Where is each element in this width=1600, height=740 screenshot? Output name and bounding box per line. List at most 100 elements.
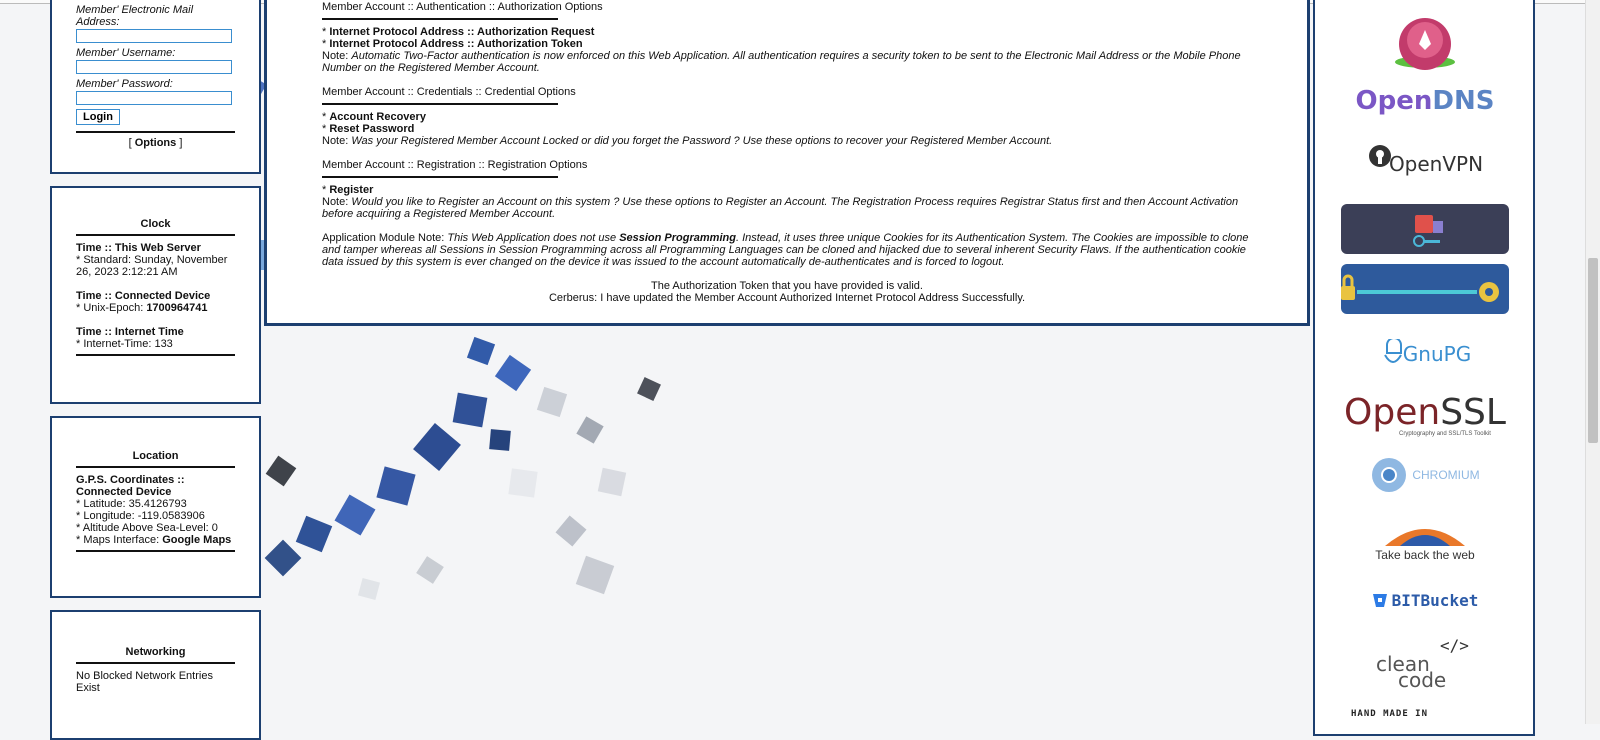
module-note-a: This Web Application does not use: [447, 232, 620, 244]
clock-panel: Clock Time :: This Web Server * Standard…: [50, 186, 261, 404]
reg-underline: [322, 176, 558, 178]
login-button[interactable]: Login: [76, 109, 120, 125]
auth-note-text: Automatic Two-Factor authentication is n…: [322, 50, 1241, 74]
longitude-value: * Longitude: -119.0583906: [76, 510, 205, 522]
module-note: Application Module Note: This Web Applic…: [322, 232, 1252, 268]
cred-item-recovery: * Account Recovery: [322, 111, 426, 123]
latitude-value: * Latitude: 35.4126793: [76, 498, 187, 510]
security-illustration-tile[interactable]: [1341, 204, 1509, 254]
security-keys-icon: [1413, 215, 1443, 247]
location-divider-bottom: [76, 550, 235, 552]
handmade-logo[interactable]: HAND MADE IN: [1341, 704, 1519, 724]
device-time-prefix: * Unix-Epoch:: [76, 302, 147, 314]
options-row: [ Options ]: [76, 137, 235, 149]
reg-item-register: * Register: [322, 184, 374, 196]
device-time-row: * Unix-Epoch: 1700964741: [76, 302, 235, 314]
gps-heading: G.P.S. Coordinates :: Connected Device: [76, 474, 185, 498]
cred-item-reset: * Reset Password: [322, 123, 415, 135]
firefox-logo[interactable]: Take back the web: [1341, 516, 1509, 564]
bitbucket-icon: [1372, 594, 1387, 607]
cred-underline: [322, 103, 558, 105]
status-message-2: Cerberus: I have updated the Member Acco…: [548, 292, 1026, 304]
networking-panel: Networking No Blocked Network Entries Ex…: [50, 610, 261, 740]
page-scrollbar[interactable]: [1585, 0, 1600, 724]
firefox-tagline: Take back the web: [1375, 548, 1475, 562]
clock-title: Clock: [140, 218, 171, 230]
cleancode-logo[interactable]: clean code </>: [1341, 634, 1509, 692]
email-label: Member' Electronic Mail Address:: [76, 4, 194, 28]
status-message-1: The Authorization Token that you have pr…: [651, 280, 923, 292]
encryption-lock-tile[interactable]: [1341, 264, 1509, 314]
login-divider: [76, 131, 235, 133]
module-note-label: Application Module Note:: [322, 232, 448, 244]
cleancode-brackets-icon: </>: [1440, 636, 1469, 655]
cleancode-mark: clean code </>: [1370, 634, 1480, 692]
login-panel: Member' Electronic Mail Address: Member'…: [50, 0, 261, 174]
password-label: Member' Password:: [76, 78, 173, 90]
maps-row: * Maps Interface: Google Maps: [76, 534, 235, 546]
scrollbar-thumb[interactable]: [1588, 258, 1598, 443]
account-recovery-link[interactable]: Account Recovery: [329, 111, 426, 123]
openssl-tagline: Cryptography and SSL/TLS Toolkit: [1399, 431, 1491, 437]
opendns-open-text: Open: [1355, 86, 1433, 116]
auth-item-request: * Internet Protocol Address :: Authoriza…: [322, 26, 595, 38]
bitbucket-text: BITBucket: [1391, 590, 1479, 610]
openvpn-logo[interactable]: OpenVPN: [1341, 144, 1509, 184]
reg-note-text: Would you like to Register an Account on…: [322, 196, 1239, 220]
gnupg-logo[interactable]: GnuPG: [1341, 334, 1509, 374]
auth-underline: [322, 18, 558, 20]
username-field[interactable]: [76, 60, 232, 74]
openvpn-text: OpenVPN: [1388, 152, 1484, 176]
cleancode-code-text: code: [1398, 668, 1447, 692]
reg-note-label: Note:: [322, 196, 352, 208]
ip-authorization-token-link[interactable]: Internet Protocol Address :: Authorizati…: [329, 38, 582, 50]
openssl-ssl-text: SSL: [1440, 392, 1506, 433]
networking-text: No Blocked Network Entries Exist: [76, 670, 213, 694]
device-time-heading: Time :: Connected Device: [76, 290, 211, 302]
ip-authorization-request-link[interactable]: Internet Protocol Address :: Authorizati…: [329, 26, 594, 38]
username-label: Member' Username:: [76, 47, 176, 59]
openssl-wordmark: OpenSSL: [1344, 395, 1506, 431]
opendns-logo[interactable]: Open DNS: [1341, 84, 1509, 118]
lock-key-icon: [1341, 274, 1499, 302]
sponsor-logos-panel: Open DNS OpenVPN GnuPG OpenSSL Cryptogra…: [1313, 0, 1535, 736]
lotus-logo[interactable]: [1341, 16, 1509, 72]
internet-time-value: * Internet-Time: 133: [76, 338, 173, 350]
gnupg-text: GnuPG: [1402, 342, 1472, 366]
main-content-panel: Member Account :: Authentication :: Auth…: [264, 0, 1310, 326]
chromium-logo[interactable]: CHROMIUM: [1341, 454, 1509, 496]
lotus-icon: [1395, 18, 1455, 70]
options-link[interactable]: Options: [135, 137, 177, 149]
cred-heading: Member Account :: Credentials :: Credent…: [322, 86, 576, 98]
register-link[interactable]: Register: [329, 184, 373, 196]
password-field[interactable]: [76, 91, 232, 105]
server-time-value: * Standard: Sunday, November 26, 2023 2:…: [76, 254, 228, 278]
bitbucket-logo[interactable]: BITBucket: [1341, 588, 1509, 612]
maps-prefix: * Maps Interface:: [76, 534, 163, 546]
openssl-open-text: Open: [1344, 392, 1441, 433]
networking-title: Networking: [125, 646, 186, 658]
cred-note-text: Was your Registered Member Account Locke…: [351, 135, 1053, 147]
options-bracket-close: ]: [176, 137, 183, 149]
email-field[interactable]: [76, 29, 232, 43]
networking-divider: [76, 662, 235, 664]
firefox-icon: [1385, 529, 1465, 546]
reg-note: Note: Would you like to Register an Acco…: [322, 196, 1252, 220]
gnupg-icon: [1383, 339, 1402, 363]
altitude-value: * Altitude Above Sea-Level: 0: [76, 522, 218, 534]
location-title: Location: [132, 450, 179, 462]
openssl-logo[interactable]: OpenSSL Cryptography and SSL/TLS Toolkit: [1341, 390, 1509, 442]
chromium-text: CHROMIUM: [1412, 468, 1480, 482]
reset-password-link[interactable]: Reset Password: [329, 123, 414, 135]
auth-heading: Member Account :: Authentication :: Auth…: [322, 1, 603, 13]
auth-note: Note: Automatic Two-Factor authenticatio…: [322, 50, 1252, 74]
reg-heading: Member Account :: Registration :: Regist…: [322, 159, 588, 171]
chromium-icon: [1372, 458, 1407, 492]
auth-note-label: Note:: [322, 50, 352, 62]
opendns-dns-text: DNS: [1432, 86, 1495, 116]
clock-divider-bottom: [76, 354, 235, 356]
location-divider: [76, 466, 235, 468]
google-maps-link[interactable]: Google Maps: [162, 534, 231, 546]
clock-divider-top: [76, 234, 235, 236]
unix-epoch-value: 1700964741: [146, 302, 208, 314]
